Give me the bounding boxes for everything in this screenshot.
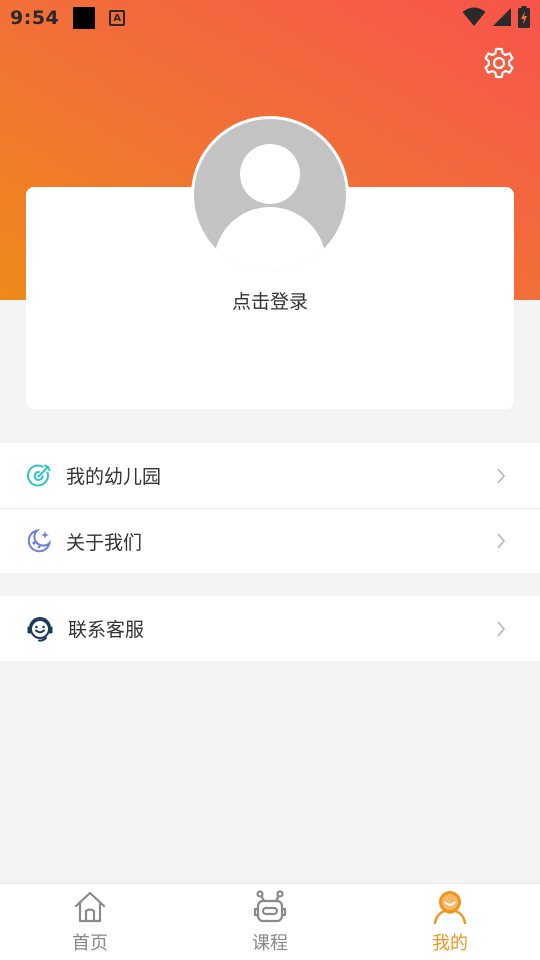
bottom-navigation: 首页 课程 我的 <box>0 883 540 960</box>
menu-item-customer-service[interactable]: 联系客服 <box>0 596 540 661</box>
target-icon <box>26 464 51 486</box>
gear-icon <box>484 47 514 79</box>
status-time: 9:54 <box>10 7 60 29</box>
tab-courses[interactable]: 课程 <box>180 884 360 960</box>
chevron-right-icon <box>497 620 506 637</box>
avatar-body-shape <box>214 207 326 271</box>
chevron-right-icon <box>497 533 506 549</box>
robot-icon <box>253 890 287 923</box>
menu-item-label: 我的幼儿园 <box>66 466 162 488</box>
settings-button[interactable] <box>482 46 516 80</box>
home-icon <box>74 891 106 923</box>
tab-mine-label: 我的 <box>432 933 468 954</box>
menu-item-my-kindergarten[interactable]: 我的幼儿园 <box>0 443 540 508</box>
tab-courses-label: 课程 <box>252 933 288 954</box>
tab-home-label: 首页 <box>72 933 108 954</box>
menu-group-support: 联系客服 <box>0 596 540 661</box>
system-status-icons <box>462 6 530 28</box>
menu-item-about-us[interactable]: 关于我们 <box>0 508 540 573</box>
a-badge-icon: A <box>109 10 126 26</box>
battery-charging-icon <box>518 6 530 28</box>
tab-mine[interactable]: 我的 <box>360 884 540 960</box>
signal-icon <box>493 8 511 26</box>
headset-icon <box>27 616 53 642</box>
login-prompt[interactable]: 点击登录 <box>0 287 540 314</box>
profile-icon <box>433 891 467 925</box>
wifi-icon <box>462 7 486 26</box>
status-bar: 9:54 A <box>0 0 540 36</box>
menu-item-label: 关于我们 <box>66 531 143 554</box>
avatar-head-shape <box>240 144 300 204</box>
chevron-right-icon <box>497 467 506 484</box>
menu-item-label: 联系客服 <box>68 619 145 641</box>
tab-home[interactable]: 首页 <box>0 884 180 960</box>
moon-icon <box>27 528 52 553</box>
avatar[interactable] <box>191 116 349 274</box>
black-square-icon <box>73 7 96 29</box>
menu-group-main: 我的幼儿园 关于我们 <box>0 443 540 573</box>
